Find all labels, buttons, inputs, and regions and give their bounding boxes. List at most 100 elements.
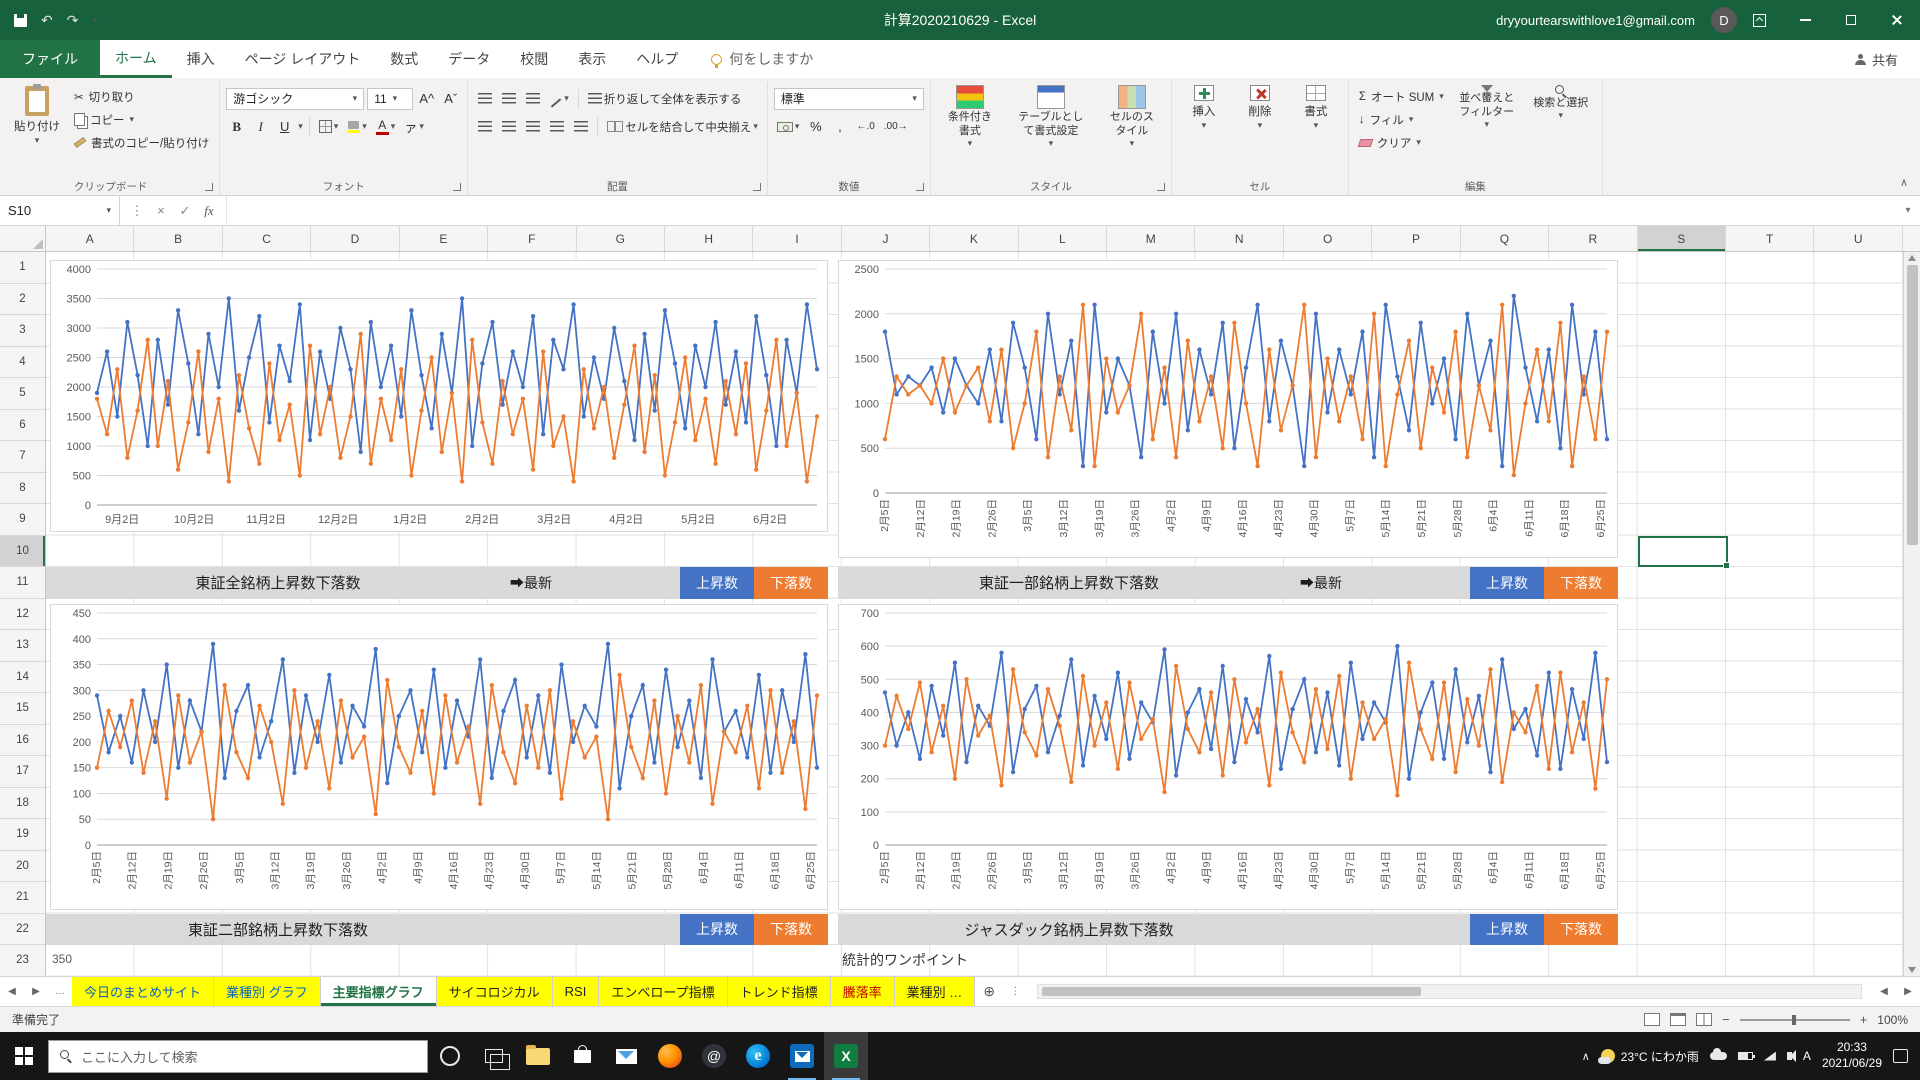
column-header-H[interactable]: H: [665, 226, 753, 251]
cell-a23-value[interactable]: 350: [52, 952, 72, 966]
borders-button[interactable]: ▾: [316, 116, 342, 138]
cell-j23-value[interactable]: 統計的ワンポイント: [842, 950, 968, 970]
column-header-I[interactable]: I: [753, 226, 841, 251]
italic-button[interactable]: I: [250, 116, 271, 138]
sheet-tab-0[interactable]: 今日のまとめサイト: [72, 977, 214, 1006]
weather-widget[interactable]: 23°C にわか雨: [1601, 1048, 1699, 1065]
row-header-6[interactable]: 6: [0, 410, 45, 442]
legend-down-badge[interactable]: 下落数: [1544, 914, 1618, 946]
cancel-entry-icon[interactable]: ×: [150, 203, 172, 218]
legend-up-badge[interactable]: 上昇数: [680, 567, 754, 599]
column-header-G[interactable]: G: [577, 226, 665, 251]
sheet-tab-2[interactable]: 主要指標グラフ: [321, 977, 437, 1006]
styles-dialog-launcher[interactable]: [1157, 183, 1165, 191]
sheet-nav-more-icon[interactable]: …: [48, 977, 72, 1006]
avatar[interactable]: D: [1711, 7, 1737, 33]
format-as-table-button[interactable]: テーブルとして書式設定▾: [1007, 82, 1095, 148]
sheet-tab-1[interactable]: 業種別 グラフ: [214, 977, 321, 1006]
ime-indicator[interactable]: A: [1803, 1049, 1811, 1063]
excel-taskbar-button[interactable]: X: [824, 1032, 868, 1080]
merge-center-button[interactable]: セルを結合して中央揃え▾: [604, 116, 761, 138]
tab-insert[interactable]: 挿入: [172, 40, 230, 78]
maximize-button[interactable]: [1828, 0, 1874, 40]
chart-tse-second-section[interactable]: 0501001502002503003504004502月5日2月12日2月19…: [50, 604, 828, 910]
volume-icon[interactable]: [1787, 1052, 1792, 1060]
cut-button[interactable]: ✂切り取り: [70, 86, 213, 107]
conditional-formatting-button[interactable]: 条件付き書式▾: [937, 82, 1003, 148]
column-header-T[interactable]: T: [1726, 226, 1814, 251]
redo-icon[interactable]: ↷: [67, 12, 79, 29]
alignment-dialog-launcher[interactable]: [753, 183, 761, 191]
row-header-5[interactable]: 5: [0, 378, 45, 410]
row-header-19[interactable]: 19: [0, 819, 45, 851]
column-header-C[interactable]: C: [223, 226, 311, 251]
tab-page-layout[interactable]: ページ レイアウト: [230, 40, 376, 78]
row-header-10[interactable]: 10: [0, 536, 45, 568]
page-layout-view-icon[interactable]: [1670, 1013, 1686, 1026]
row-header-16[interactable]: 16: [0, 725, 45, 757]
column-header-O[interactable]: O: [1284, 226, 1372, 251]
tab-view[interactable]: 表示: [563, 40, 621, 78]
row-header-8[interactable]: 8: [0, 473, 45, 505]
row-header-11[interactable]: 11: [0, 567, 45, 599]
network-icon[interactable]: [1764, 1052, 1776, 1061]
column-header-A[interactable]: A: [46, 226, 134, 251]
decrease-indent-button[interactable]: [546, 116, 567, 138]
row-header-7[interactable]: 7: [0, 441, 45, 473]
tab-help[interactable]: ヘルプ: [621, 40, 693, 78]
clear-button[interactable]: クリア▾: [1355, 132, 1448, 153]
tell-me-search[interactable]: 何をしますか: [711, 40, 813, 78]
ribbon-display-options-icon[interactable]: [1753, 14, 1766, 27]
zoom-in-icon[interactable]: +: [1860, 1012, 1868, 1027]
confirm-entry-icon[interactable]: ✓: [174, 203, 196, 219]
increase-font-size-button[interactable]: A^: [416, 88, 437, 110]
share-button[interactable]: 共有: [1855, 40, 1920, 78]
column-header-L[interactable]: L: [1019, 226, 1107, 251]
tab-data[interactable]: データ: [433, 40, 505, 78]
column-header-B[interactable]: B: [134, 226, 222, 251]
vertical-scrollbar[interactable]: [1903, 252, 1920, 976]
align-bottom-button[interactable]: [522, 88, 543, 110]
row-header-1[interactable]: 1: [0, 252, 45, 284]
font-dialog-launcher[interactable]: [453, 183, 461, 191]
row-header-22[interactable]: 22: [0, 914, 45, 946]
row-header-17[interactable]: 17: [0, 756, 45, 788]
edge-button[interactable]: e: [736, 1032, 780, 1080]
legend-up-badge[interactable]: 上昇数: [1470, 914, 1544, 946]
taskbar-search[interactable]: ここに入力して検索: [48, 1040, 428, 1073]
undo-icon[interactable]: ↶: [41, 12, 53, 29]
collapse-ribbon-icon[interactable]: ∧: [1900, 176, 1908, 189]
account-email[interactable]: dryyourtearswithlove1@gmail.com: [1496, 13, 1695, 28]
new-sheet-button[interactable]: ⊕: [975, 977, 1003, 1006]
outlook-button[interactable]: [780, 1032, 824, 1080]
sheet-list-icon[interactable]: ⋮: [1003, 977, 1027, 1006]
tab-home[interactable]: ホーム: [100, 40, 172, 78]
fill-color-button[interactable]: ▾: [344, 116, 370, 138]
battery-icon[interactable]: [1738, 1052, 1753, 1060]
tab-file[interactable]: ファイル: [0, 40, 100, 78]
row-header-21[interactable]: 21: [0, 882, 45, 914]
select-all-corner[interactable]: [0, 226, 46, 251]
insert-cells-button[interactable]: 挿入▾: [1178, 82, 1230, 130]
column-header-R[interactable]: R: [1549, 226, 1637, 251]
row-header-14[interactable]: 14: [0, 662, 45, 694]
sheet-nav-prev-icon[interactable]: ◀: [0, 977, 24, 1006]
increase-decimal-button[interactable]: ←.0: [853, 116, 877, 138]
sheet-tab-6[interactable]: トレンド指標: [728, 977, 831, 1006]
expand-formula-bar-icon[interactable]: ▾: [1896, 196, 1920, 225]
column-header-J[interactable]: J: [842, 226, 930, 251]
legend-down-badge[interactable]: 下落数: [754, 567, 828, 599]
align-right-button[interactable]: [522, 116, 543, 138]
font-name-select[interactable]: 游ゴシック▾: [226, 88, 364, 110]
close-button[interactable]: [1874, 0, 1920, 40]
legend-down-badge[interactable]: 下落数: [1544, 567, 1618, 599]
name-box[interactable]: S10 ▾: [0, 196, 120, 225]
scroll-down-icon[interactable]: [1908, 967, 1916, 973]
autosum-button[interactable]: Σオート SUM▾: [1355, 86, 1448, 107]
delete-cells-button[interactable]: 削除▾: [1234, 82, 1286, 130]
sheet-tab-3[interactable]: サイコロジカル: [437, 977, 553, 1006]
align-center-button[interactable]: [498, 116, 519, 138]
chart-tse-all[interactable]: 050010001500200025003000350040009月2日10月2…: [50, 260, 828, 532]
tab-review[interactable]: 校閲: [505, 40, 563, 78]
underline-dropdown-icon[interactable]: ▾: [298, 122, 303, 131]
